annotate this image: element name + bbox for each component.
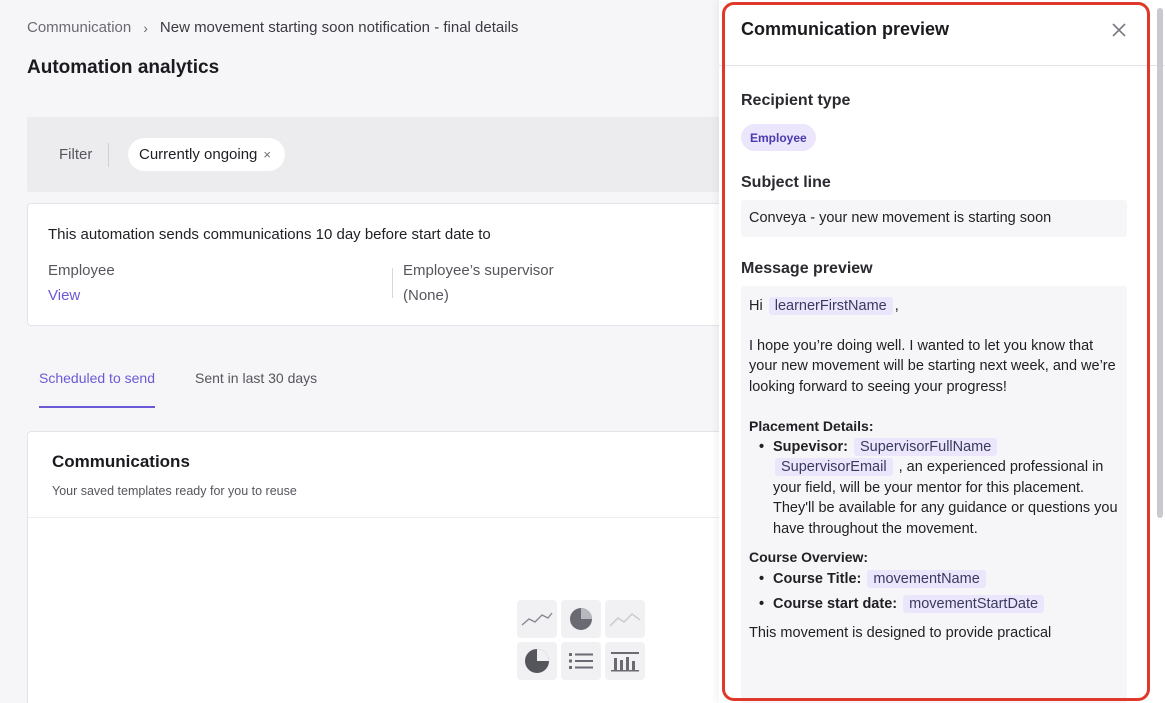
breadcrumb-current: New movement starting soon notification … [159, 19, 519, 36]
breadcrumb-parent-link[interactable]: Communication [27, 19, 131, 36]
message-greeting: Hi learnerFirstName, [749, 296, 1119, 317]
subject-line-value: Conveya - your new movement is starting … [741, 200, 1127, 237]
list-icon [561, 642, 601, 680]
empty-state-illustration [517, 600, 645, 680]
drawer-title: Communication preview [741, 19, 950, 39]
view-link[interactable]: View [48, 287, 115, 304]
placeholder-tag: SupervisorEmail [775, 458, 893, 476]
automation-info-card: This automation sends communications 10 … [27, 203, 747, 326]
supervisor-value: (None) [403, 287, 449, 304]
filter-label: Filter [59, 146, 93, 163]
pie-chart-icon [561, 600, 601, 638]
drawer-scrollbar[interactable] [1157, 8, 1163, 518]
communication-preview-drawer: Communication preview Recipient type Emp… [719, 0, 1165, 703]
breadcrumb: Communication › New movement starting so… [27, 19, 518, 36]
greeting-end: , [894, 298, 899, 314]
placeholder-tag: learnerFirstName [768, 297, 893, 315]
placeholder-tag: movementName [867, 569, 986, 588]
message-preview-body: Hi learnerFirstName, I hope you’re doing… [741, 286, 1127, 703]
course-date-label: Course start date: [773, 595, 898, 612]
recipient-employee: Employee View [48, 262, 115, 304]
donut-chart-icon [517, 642, 557, 680]
list-item: Course Title: movementName [759, 568, 1119, 590]
recipient-supervisor: Employee’s supervisor (None) [403, 262, 554, 304]
area-chart-icon [605, 600, 645, 638]
tabs: Scheduled to send Sent in last 30 days [39, 370, 357, 408]
page-title: Automation analytics [27, 57, 220, 78]
subject-line-label: Subject line [741, 174, 831, 191]
list-item: Supevisor: SupervisorFullName Supervisor… [759, 437, 1119, 540]
employee-label: Employee [48, 262, 115, 279]
supervisor-label: Employee’s supervisor [403, 262, 554, 279]
course-list: Course Title: movementName Course start … [759, 568, 1119, 615]
close-icon[interactable] [1107, 18, 1131, 42]
card-divider [28, 517, 746, 518]
chip-remove-icon[interactable]: × [263, 147, 271, 162]
chevron-right-icon: › [143, 19, 148, 36]
filter-chip-currently-ongoing[interactable]: Currently ongoing × [128, 138, 285, 171]
message-intro: I hope you’re doing well. I wanted to le… [749, 337, 1116, 395]
placeholder-tag: SupervisorFullName [853, 437, 998, 456]
communications-subtitle: Your saved templates ready for you to re… [52, 484, 297, 498]
main-content: Communication › New movement starting so… [0, 0, 747, 703]
message-preview-label: Message preview [741, 260, 873, 277]
info-divider [392, 268, 393, 298]
message-closing: This movement is designed to provide pra… [749, 624, 1052, 641]
supervisor-field-label: Supevisor: [773, 438, 848, 455]
course-title-label: Course Title: [773, 570, 862, 587]
placement-heading: Placement Details: [749, 418, 874, 434]
tab-scheduled-to-send[interactable]: Scheduled to send [39, 370, 155, 408]
filter-chip-label: Currently ongoing [139, 146, 258, 163]
bar-chart-icon [605, 642, 645, 680]
placeholder-tag: movementStartDate [903, 594, 1045, 613]
line-chart-icon [517, 600, 557, 638]
recipient-type-badge: Employee [741, 124, 816, 151]
filter-bar: Filter Currently ongoing × [27, 117, 747, 192]
tab-sent-last-30-days[interactable]: Sent in last 30 days [195, 370, 317, 408]
filter-divider [108, 143, 109, 167]
drawer-header: Communication preview [719, 0, 1165, 66]
automation-description: This automation sends communications 10 … [48, 226, 491, 243]
communications-card: Communications Your saved templates read… [27, 431, 747, 703]
greeting-text: Hi [749, 298, 763, 314]
course-heading: Course Overview: [749, 549, 869, 565]
recipient-type-label: Recipient type [741, 92, 851, 109]
placement-list: Supevisor: SupervisorFullName Supervisor… [759, 437, 1119, 540]
list-item: Course start date: movementStartDate [759, 593, 1119, 615]
communications-title: Communications [52, 452, 190, 471]
